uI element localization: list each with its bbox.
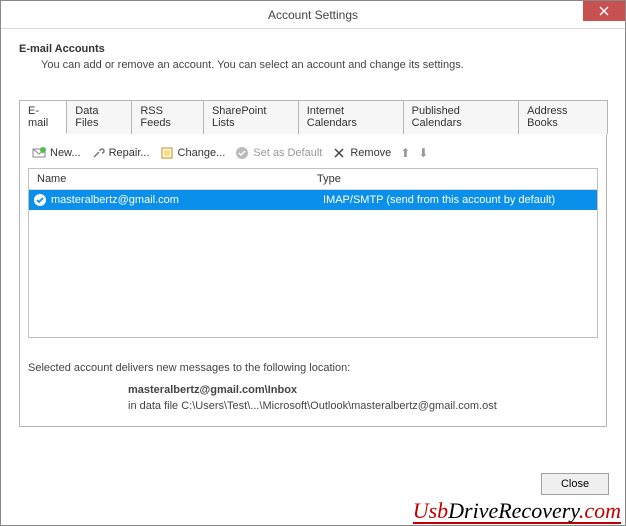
change-button[interactable]: Change...: [156, 144, 230, 162]
tab-published-calendars[interactable]: Published Calendars: [403, 100, 520, 134]
remove-button[interactable]: Remove: [328, 144, 395, 162]
set-default-label: Set as Default: [253, 147, 322, 159]
watermark-p1: Usb: [413, 498, 448, 523]
header-block: E-mail Accounts You can add or remove an…: [19, 43, 607, 71]
tab-panel: New... Repair... Change... Set as Defaul…: [19, 134, 607, 427]
new-button[interactable]: New...: [28, 144, 85, 162]
delivery-info: Selected account delivers new messages t…: [28, 362, 598, 412]
accounts-list: Name Type masteralbertz@gmail.com IMAP/S…: [28, 168, 598, 338]
account-type: IMAP/SMTP (send from this account by def…: [323, 194, 593, 206]
check-icon: [235, 146, 249, 160]
column-type[interactable]: Type: [309, 169, 597, 189]
remove-label: Remove: [350, 147, 391, 159]
move-up-icon: ⬆: [397, 146, 413, 160]
new-label: New...: [50, 147, 81, 159]
tab-rss-feeds[interactable]: RSS Feeds: [131, 100, 204, 134]
list-header: Name Type: [29, 169, 597, 190]
tab-address-books[interactable]: Address Books: [518, 100, 608, 134]
delivery-label: Selected account delivers new messages t…: [28, 362, 598, 374]
tab-internet-calendars[interactable]: Internet Calendars: [298, 100, 404, 134]
header-title: E-mail Accounts: [19, 43, 607, 55]
tabs: E-mail Data Files RSS Feeds SharePoint L…: [19, 99, 607, 134]
delivery-location: masteralbertz@gmail.com\Inbox: [128, 384, 598, 396]
new-icon: [32, 146, 46, 160]
footer: Close UsbDriveRecovery.com: [1, 471, 625, 525]
watermark: UsbDriveRecovery.com: [413, 500, 621, 524]
tab-email[interactable]: E-mail: [19, 100, 67, 134]
window-title: Account Settings: [268, 8, 358, 22]
account-row[interactable]: masteralbertz@gmail.com IMAP/SMTP (send …: [29, 190, 597, 210]
column-name[interactable]: Name: [29, 169, 309, 189]
repair-label: Repair...: [109, 147, 150, 159]
repair-button[interactable]: Repair...: [87, 144, 154, 162]
watermark-p2: DriveRecovery: [448, 498, 579, 523]
close-icon: [599, 6, 609, 16]
account-default-icon: [33, 193, 47, 207]
remove-icon: [332, 146, 346, 160]
tab-data-files[interactable]: Data Files: [66, 100, 132, 134]
change-label: Change...: [178, 147, 226, 159]
change-icon: [160, 146, 174, 160]
toolbar: New... Repair... Change... Set as Defaul…: [28, 140, 598, 168]
watermark-p3: .com: [579, 498, 621, 523]
tab-sharepoint-lists[interactable]: SharePoint Lists: [203, 100, 299, 134]
repair-icon: [91, 146, 105, 160]
header-description: You can add or remove an account. You ca…: [41, 59, 607, 71]
titlebar: Account Settings: [1, 1, 625, 29]
move-down-icon: ⬇: [415, 146, 431, 160]
delivery-datafile: in data file C:\Users\Test\...\Microsoft…: [128, 400, 598, 412]
close-button[interactable]: Close: [541, 473, 609, 495]
window-close-button[interactable]: [583, 1, 625, 21]
set-default-button: Set as Default: [231, 144, 326, 162]
account-name: masteralbertz@gmail.com: [51, 194, 323, 206]
